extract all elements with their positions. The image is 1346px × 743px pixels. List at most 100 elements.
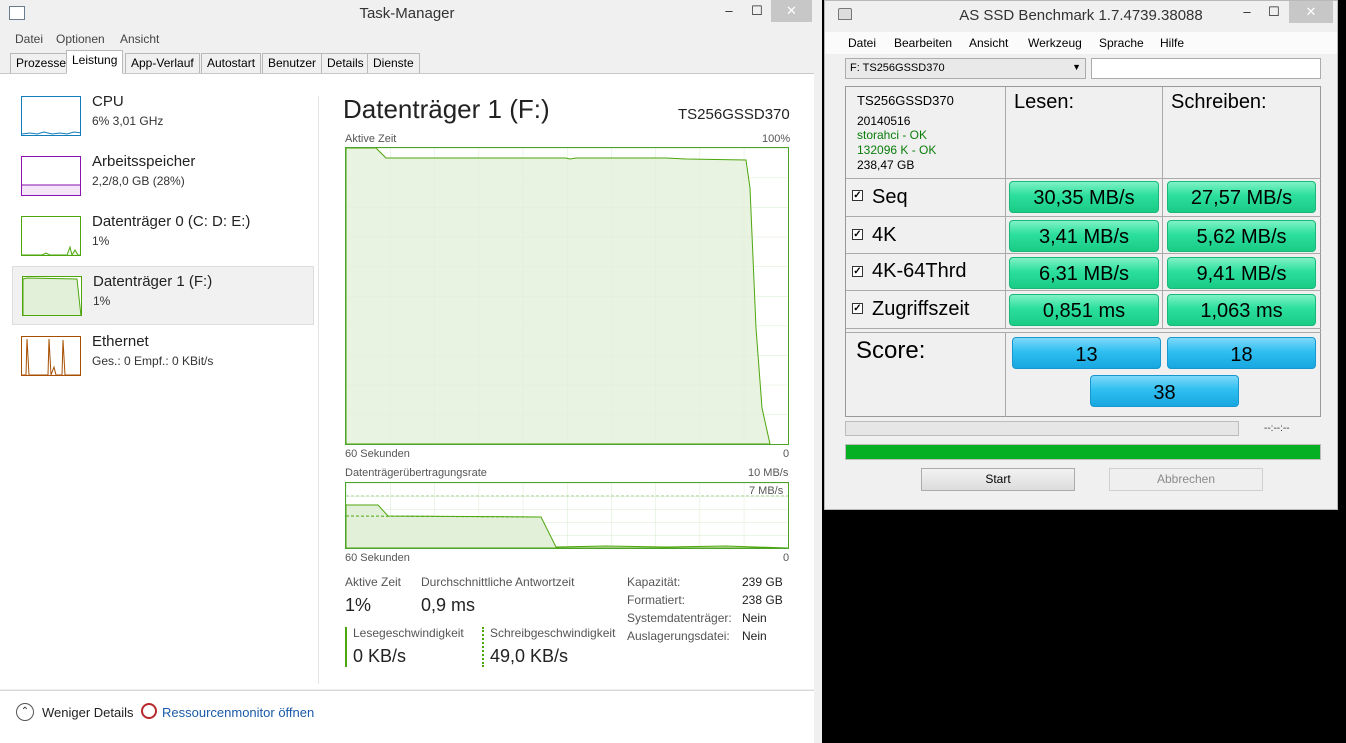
menu-ansicht[interactable]: Ansicht	[120, 32, 159, 46]
status-field[interactable]	[1091, 58, 1321, 79]
sidebar-item-ethernet[interactable]: Ethernet Ges.: 0 Empf.: 0 KBit/s	[12, 327, 314, 386]
tab-leistung[interactable]: Leistung	[66, 50, 124, 74]
drive-select[interactable]: F: TS256GSSD370 ▼	[845, 58, 1086, 79]
row-access-label-cell: ✓ Zugriffszeit	[846, 291, 1006, 329]
menu-bar: Datei Bearbeiten Ansicht Werkzeug Sprach…	[825, 32, 1337, 54]
progress-bar-secondary	[845, 421, 1239, 436]
sidebar-item-memory[interactable]: Arbeitsspeicher 2,2/8,0 GB (28%)	[12, 147, 314, 206]
menu-datei[interactable]: Datei	[848, 36, 876, 50]
response-time-label: Durchschnittliche Antwortzeit	[421, 575, 575, 589]
title-bar: Task-Manager – ☐ ✕	[0, 0, 814, 28]
chevron-up-icon[interactable]: ⌃	[16, 703, 34, 721]
formatted-value: 238 GB	[742, 593, 783, 607]
score-label: Score:	[856, 337, 926, 364]
menu-werkzeug[interactable]: Werkzeug	[1028, 36, 1082, 50]
graph1-label: Aktive Zeit	[345, 133, 397, 145]
minimize-button[interactable]: –	[1234, 1, 1260, 23]
resource-monitor-link[interactable]: Ressourcenmonitor öffnen	[162, 705, 314, 720]
disk1-thumbnail-graph	[22, 276, 82, 316]
footer: ⌃ Weniger Details Ressourcenmonitor öffn…	[0, 690, 814, 743]
close-button[interactable]: ✕	[1289, 1, 1333, 23]
elapsed-time: --:--:--	[1264, 423, 1290, 434]
minimize-button[interactable]: –	[716, 0, 742, 22]
capacity-label: Kapazität:	[627, 575, 681, 589]
drive-size: 238,47 GB	[857, 158, 915, 172]
write-speed-label: Schreibgeschwindigkeit	[490, 626, 616, 640]
ethernet-thumbnail-graph	[21, 336, 81, 376]
read-speed-marker	[345, 627, 347, 667]
4k64-write-result: 9,41 MB/s	[1167, 257, 1316, 289]
access-write-result: 1,063 ms	[1167, 294, 1316, 326]
task-manager-window: Task-Manager – ☐ ✕ Datei Optionen Ansich…	[0, 0, 822, 743]
sidebar-item-label: CPU	[92, 93, 124, 110]
window-title: Task-Manager	[359, 5, 455, 22]
seq-checkbox[interactable]: ✓	[852, 190, 863, 201]
tab-prozesse[interactable]: Prozesse	[10, 53, 73, 74]
write-header-cell: Schreiben:	[1163, 87, 1321, 179]
score-write: 18	[1167, 337, 1316, 369]
resource-monitor-icon	[141, 703, 157, 719]
pagefile-label: Auslagerungsdatei:	[627, 629, 730, 643]
graph1-xmin: 0	[783, 448, 790, 460]
drive-firmware: 20140516	[857, 114, 911, 128]
menu-sprache[interactable]: Sprache	[1099, 36, 1144, 50]
graph2-max: 10 MB/s	[748, 467, 789, 479]
sidebar-item-label: Datenträger 1 (F:)	[93, 273, 213, 290]
score-total: 38	[1090, 375, 1239, 407]
menu-ansicht[interactable]: Ansicht	[969, 36, 1008, 50]
tab-benutzer[interactable]: Benutzer	[262, 53, 323, 74]
score-label-cell: Score:	[846, 333, 1006, 417]
results-grid: TS256GSSD370 20140516 storahci - OK 1320…	[845, 86, 1321, 417]
4k-checkbox[interactable]: ✓	[852, 229, 863, 240]
system-disk-value: Nein	[742, 611, 767, 625]
transfer-rate-graph: 7 MB/s	[345, 482, 789, 549]
4k64-checkbox[interactable]: ✓	[852, 266, 863, 277]
drive-model: TS256GSSD370	[857, 93, 954, 108]
tab-dienste[interactable]: Dienste	[367, 53, 420, 74]
graph1-max: 100%	[762, 133, 791, 145]
menu-optionen[interactable]: Optionen	[56, 32, 105, 46]
seq-read-result: 30,35 MB/s	[1009, 181, 1159, 213]
abort-button[interactable]: Abbrechen	[1109, 468, 1263, 491]
menu-datei[interactable]: Datei	[15, 32, 43, 46]
less-details-link[interactable]: Weniger Details	[42, 705, 134, 720]
tab-app-verlauf[interactable]: App-Verlauf	[125, 53, 200, 74]
access-time-checkbox[interactable]: ✓	[852, 303, 863, 314]
response-time-value: 0,9 ms	[421, 595, 476, 615]
panel-divider	[318, 96, 319, 684]
sidebar-item-sub: 2,2/8,0 GB (28%)	[92, 174, 185, 188]
maximize-button[interactable]: ☐	[744, 0, 770, 22]
4k-read-result: 3,41 MB/s	[1009, 220, 1159, 252]
tab-details[interactable]: Details	[321, 53, 370, 74]
read-speed-label: Lesegeschwindigkeit	[353, 626, 464, 640]
close-button[interactable]: ✕	[771, 0, 812, 22]
drive-info-cell: TS256GSSD370 20140516 storahci - OK 1320…	[846, 87, 1006, 179]
active-time-value: 1%	[345, 595, 372, 615]
title-bar: AS SSD Benchmark 1.7.4739.38088 – ☐ ✕	[825, 1, 1337, 29]
row-4k-label-cell: ✓ 4K	[846, 217, 1006, 254]
4k64-label: 4K-64Thrd	[872, 260, 967, 282]
sidebar-item-disk-0[interactable]: Datenträger 0 (C: D: E:) 1%	[12, 207, 314, 266]
system-disk-label: Systemdatenträger:	[627, 611, 732, 625]
graph2-label: Datenträgerübertragungsrate	[345, 467, 487, 479]
pagefile-value: Nein	[742, 629, 767, 643]
sidebar-item-label: Ethernet	[92, 333, 149, 350]
row-seq-label-cell: ✓ Seq	[846, 179, 1006, 217]
tab-autostart[interactable]: Autostart	[201, 53, 262, 74]
sidebar-item-disk-1[interactable]: Datenträger 1 (F:) 1%	[12, 266, 314, 325]
maximize-button[interactable]: ☐	[1261, 1, 1287, 23]
sidebar-item-sub: 1%	[92, 234, 110, 248]
score-separator	[846, 329, 1321, 333]
sidebar-item-cpu[interactable]: CPU 6% 3,01 GHz	[12, 87, 314, 146]
write-speed-marker	[482, 627, 484, 667]
graph2-inner-label: 7 MB/s	[749, 485, 784, 497]
menu-hilfe[interactable]: Hilfe	[1160, 36, 1184, 50]
disk0-thumbnail-graph	[21, 216, 81, 256]
drive-select-value: F: TS256GSSD370	[850, 62, 945, 74]
seq-write-result: 27,57 MB/s	[1167, 181, 1316, 213]
start-button[interactable]: Start	[921, 468, 1075, 491]
sidebar-item-sub: 6% 3,01 GHz	[92, 114, 164, 128]
menu-bearbeiten[interactable]: Bearbeiten	[894, 36, 952, 50]
sidebar-item-label: Datenträger 0 (C: D: E:)	[92, 213, 251, 230]
read-header: Lesen:	[1014, 91, 1075, 113]
